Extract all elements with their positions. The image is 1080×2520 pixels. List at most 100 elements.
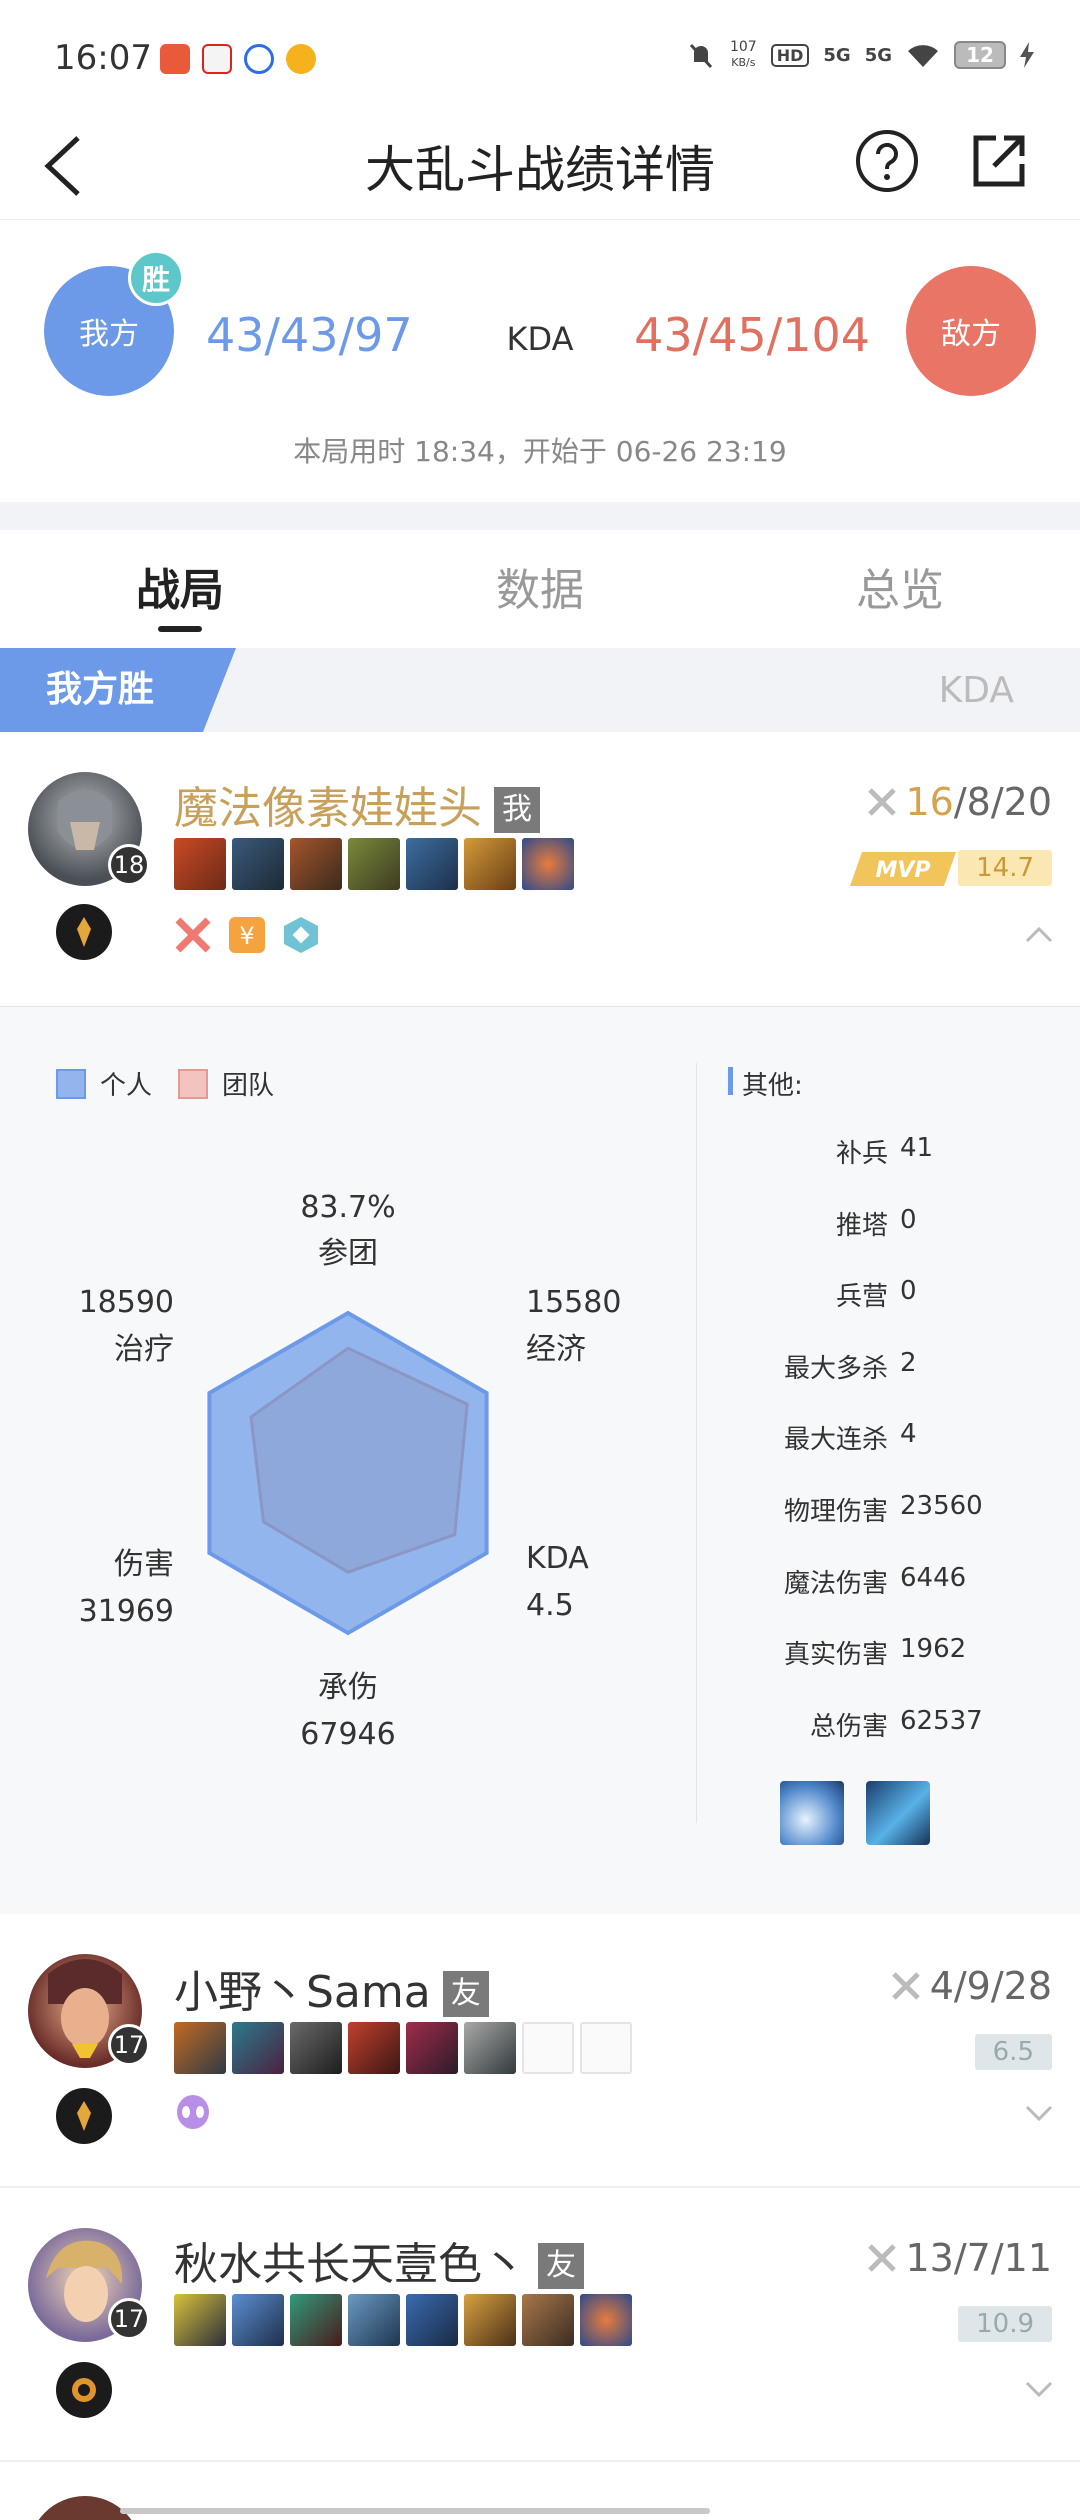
enemy-team-kda: 43/45/104 xyxy=(634,308,870,362)
crossed-swords-icon xyxy=(175,917,211,953)
stat-label: 补兵 xyxy=(835,1139,888,1169)
hero-level: 17 xyxy=(108,2024,150,2066)
axis-damage-value: 31969 xyxy=(79,1594,174,1629)
mvp-badge: MVP xyxy=(850,852,956,886)
summoner-skill-icon-1 xyxy=(780,1781,844,1845)
item-icon xyxy=(406,2294,458,2346)
player-row-me[interactable]: 18 魔法像素娃娃头我 ¥ 16/8/20 MVP 14.7 xyxy=(0,732,1080,1006)
player-score: 14.7 xyxy=(958,850,1052,886)
player-name: 秋水共长天壹色丶友 xyxy=(174,2228,584,2292)
summoner-skill-icon-2 xyxy=(866,1781,930,1845)
stat-value: 2 xyxy=(900,1347,917,1378)
wifi-icon xyxy=(908,45,938,67)
scroll-indicator[interactable] xyxy=(120,2508,710,2514)
row-divider xyxy=(0,2460,1080,2462)
chevron-down-icon[interactable] xyxy=(1024,2380,1054,2400)
mute-bell-icon xyxy=(689,43,713,69)
player-kda: 13/7/11 xyxy=(866,2236,1052,2280)
stat-value: 1962 xyxy=(900,1634,967,1665)
axis-participation-label: 参团 xyxy=(318,1236,378,1271)
chevron-down-icon[interactable] xyxy=(1024,2104,1054,2124)
stat-label: 推塔 xyxy=(835,1210,888,1241)
item-icon xyxy=(348,2294,400,2346)
share-button[interactable] xyxy=(966,128,1032,194)
tab-battle[interactable]: 战局 xyxy=(0,530,360,648)
axis-healing-value: 18590 xyxy=(79,1285,174,1320)
hero-level: 18 xyxy=(108,844,150,886)
hero-level: 17 xyxy=(108,2298,150,2340)
empty-item-slot xyxy=(580,2022,632,2074)
player-score: 6.5 xyxy=(974,2034,1052,2070)
player-row[interactable]: 17 小野丶Sama 友 4/9/28 6.5 xyxy=(0,1914,1080,2186)
legend-swatch-personal xyxy=(56,1068,86,1099)
legend-swatch-team xyxy=(178,1068,209,1099)
tab-data[interactable]: 数据 xyxy=(360,530,720,648)
other-stats-title: 其他: xyxy=(728,1065,803,1102)
item-icon xyxy=(348,2022,400,2074)
section-gap xyxy=(0,502,1080,530)
help-button[interactable] xyxy=(854,128,920,194)
axis-damage-label: 伤害 xyxy=(114,1547,174,1582)
stat-value: 0 xyxy=(900,1204,917,1235)
gold-coin-icon: ¥ xyxy=(229,917,265,953)
stat-label: 物理伤害 xyxy=(783,1497,888,1527)
help-icon xyxy=(856,130,918,192)
match-summary: 我方 胜 43/43/97 KDA 43/45/104 敌方 本局用时 18:3… xyxy=(0,222,1080,502)
tab-bar: 战局 数据 总览 xyxy=(0,530,1080,648)
item-icon xyxy=(522,2294,574,2346)
stat-label: 最大多杀 xyxy=(783,1353,888,1384)
axis-economy-label: 经济 xyxy=(526,1332,586,1367)
share-icon xyxy=(973,135,1025,187)
player-kda: 16/8/20 xyxy=(866,780,1052,824)
item-icon xyxy=(290,2294,342,2346)
rank-icon xyxy=(56,904,112,960)
network-speed: 107 KB/s xyxy=(729,39,757,70)
axis-kda-value: 4.5 xyxy=(526,1588,574,1623)
enemy-team-badge: 敌方 xyxy=(906,266,1036,396)
item-icon xyxy=(174,2022,226,2074)
teammate-tag: 友 xyxy=(538,2243,584,2289)
crossed-swords-icon xyxy=(867,788,896,816)
axis-kda-label: KDA xyxy=(526,1541,589,1576)
legend-team: 团队 xyxy=(178,1065,274,1102)
perk-icons: ¥ xyxy=(174,916,320,954)
battery-indicator: 12 xyxy=(954,41,1006,69)
player-stats-panel: 个人 团队 83.7% 参团 15580 经济 KDA 4.5 承伤 67946… xyxy=(0,1006,1080,1914)
item-icon xyxy=(290,838,342,890)
axis-damage-taken-value: 67946 xyxy=(300,1717,395,1752)
bilibili-style-icon xyxy=(202,44,232,74)
tab-overview[interactable]: 总览 xyxy=(720,530,1080,648)
panel-divider xyxy=(696,1063,697,1823)
baidu-icon xyxy=(244,44,274,74)
axis-damage-taken-label: 承伤 xyxy=(318,1670,378,1705)
alien-icon xyxy=(177,2095,209,2129)
legend-personal: 个人 xyxy=(56,1065,152,1102)
signal-5g-2: 5G xyxy=(864,44,892,66)
radar-chart: 83.7% 参团 15580 经济 KDA 4.5 承伤 67946 伤害 31… xyxy=(79,1190,622,1752)
svg-text:¥: ¥ xyxy=(239,922,254,950)
self-tag: 我 xyxy=(494,787,540,833)
rank-icon xyxy=(56,2088,112,2144)
item-icon xyxy=(580,2294,632,2346)
item-icon xyxy=(232,2022,284,2074)
result-tag: 我方胜 xyxy=(0,648,236,732)
match-duration: 本局用时 18:34，开始于 06-26 23:19 xyxy=(293,435,787,468)
status-app-icons xyxy=(160,44,316,74)
stat-label: 真实伤害 xyxy=(783,1640,888,1671)
player-row[interactable]: 17 秋水共长天壹色丶友 13/7/11 10.9 xyxy=(0,2188,1080,2460)
axis-healing-label: 治疗 xyxy=(114,1332,174,1367)
stat-value: 4 xyxy=(900,1419,917,1450)
player-score: 10.9 xyxy=(958,2306,1052,2342)
rank-icon xyxy=(56,2362,112,2418)
item-icon xyxy=(232,2294,284,2346)
result-band: 我方胜 KDA xyxy=(0,648,1080,732)
item-icon xyxy=(522,838,574,890)
radar-legend: 个人 团队 xyxy=(56,1065,274,1102)
stat-value: 62537 xyxy=(900,1705,983,1736)
item-icon xyxy=(464,838,516,890)
chevron-up-icon[interactable] xyxy=(1024,924,1054,944)
status-time: 16:07 xyxy=(54,38,152,78)
item-list xyxy=(174,2294,632,2346)
item-icon xyxy=(232,838,284,890)
app-header: 大乱斗战绩详情 xyxy=(0,110,1080,220)
